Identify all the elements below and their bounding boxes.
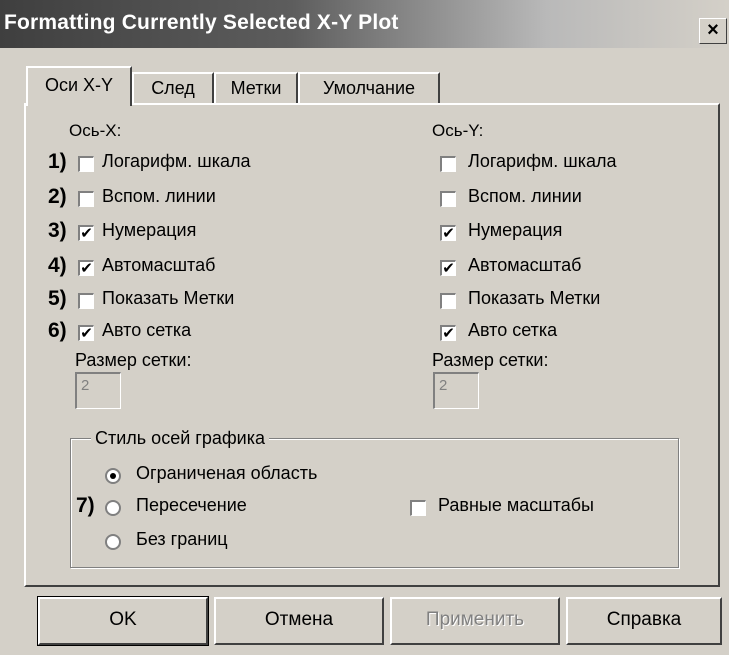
- equal-scales-label: Равные масштабы: [438, 495, 594, 515]
- x-log-scale-label: Логарифм. шкала: [102, 151, 251, 171]
- x-axis-heading: Ось-X:: [69, 121, 122, 140]
- option-number: 1): [48, 150, 67, 173]
- x-show-labels-label: Показать Метки: [102, 288, 235, 308]
- y-auto-grid-label: Авто сетка: [468, 320, 558, 340]
- y-auto-grid-checkbox[interactable]: ✔: [440, 325, 456, 341]
- radio-no-borders-label: Без границ: [136, 529, 228, 549]
- option-number: 3): [48, 219, 67, 242]
- x-autoscale-label: Автомасштаб: [102, 255, 216, 275]
- option-number: 4): [48, 254, 67, 277]
- x-log-scale-checkbox[interactable]: [78, 156, 94, 172]
- y-numbering-checkbox[interactable]: ✔: [440, 225, 456, 241]
- radio-bounded-area[interactable]: [105, 468, 121, 484]
- check-mark-icon: ✔: [442, 260, 455, 277]
- radio-crossing[interactable]: [105, 500, 121, 516]
- radio-no-borders[interactable]: [105, 534, 121, 550]
- option-number: 2): [48, 185, 67, 208]
- axis-style-title: Стиль осей графика: [91, 428, 269, 449]
- x-show-labels-checkbox[interactable]: [78, 293, 94, 309]
- y-show-labels-checkbox[interactable]: [440, 293, 456, 309]
- check-mark-icon: ✔: [442, 225, 455, 242]
- x-auto-grid-label: Авто сетка: [102, 320, 192, 340]
- y-grid-size-label: Размер сетки:: [432, 350, 549, 370]
- radio-selected-dot: [110, 473, 116, 479]
- x-numbering-checkbox[interactable]: ✔: [78, 225, 94, 241]
- x-grid-lines-label: Вспом. линии: [102, 186, 216, 206]
- y-grid-lines-label: Вспом. линии: [468, 186, 582, 206]
- y-grid-size-input[interactable]: 2: [433, 372, 479, 409]
- y-axis-heading: Ось-Y:: [432, 121, 484, 140]
- x-grid-size-input[interactable]: 2: [75, 372, 121, 409]
- option-number: 7): [76, 494, 95, 517]
- y-autoscale-checkbox[interactable]: ✔: [440, 260, 456, 276]
- radio-crossing-label: Пересечение: [136, 495, 247, 515]
- y-log-scale-checkbox[interactable]: [440, 156, 456, 172]
- check-mark-icon: ✔: [80, 225, 93, 242]
- y-grid-lines-checkbox[interactable]: [440, 191, 456, 207]
- y-grid-size-value: 2: [439, 377, 448, 394]
- x-grid-lines-checkbox[interactable]: [78, 191, 94, 207]
- tab-content: Ось-X: Ось-Y: 1) Логарифм. шкала Логариф…: [0, 0, 729, 655]
- y-numbering-label: Нумерация: [468, 220, 563, 240]
- x-auto-grid-checkbox[interactable]: ✔: [78, 325, 94, 341]
- check-mark-icon: ✔: [80, 260, 93, 277]
- check-mark-icon: ✔: [80, 325, 93, 342]
- y-log-scale-label: Логарифм. шкала: [468, 151, 617, 171]
- y-show-labels-label: Показать Метки: [468, 288, 601, 308]
- y-autoscale-label: Автомасштаб: [468, 255, 582, 275]
- x-grid-size-value: 2: [81, 377, 90, 394]
- equal-scales-checkbox[interactable]: [410, 500, 426, 516]
- radio-bounded-area-label: Ограниченая область: [136, 463, 318, 483]
- x-numbering-label: Нумерация: [102, 220, 197, 240]
- x-autoscale-checkbox[interactable]: ✔: [78, 260, 94, 276]
- x-grid-size-label: Размер сетки:: [75, 350, 192, 370]
- option-number: 6): [48, 319, 67, 342]
- option-number: 5): [48, 287, 67, 310]
- check-mark-icon: ✔: [442, 325, 455, 342]
- format-xy-plot-dialog: Formatting Currently Selected X-Y Plot ×…: [0, 0, 729, 655]
